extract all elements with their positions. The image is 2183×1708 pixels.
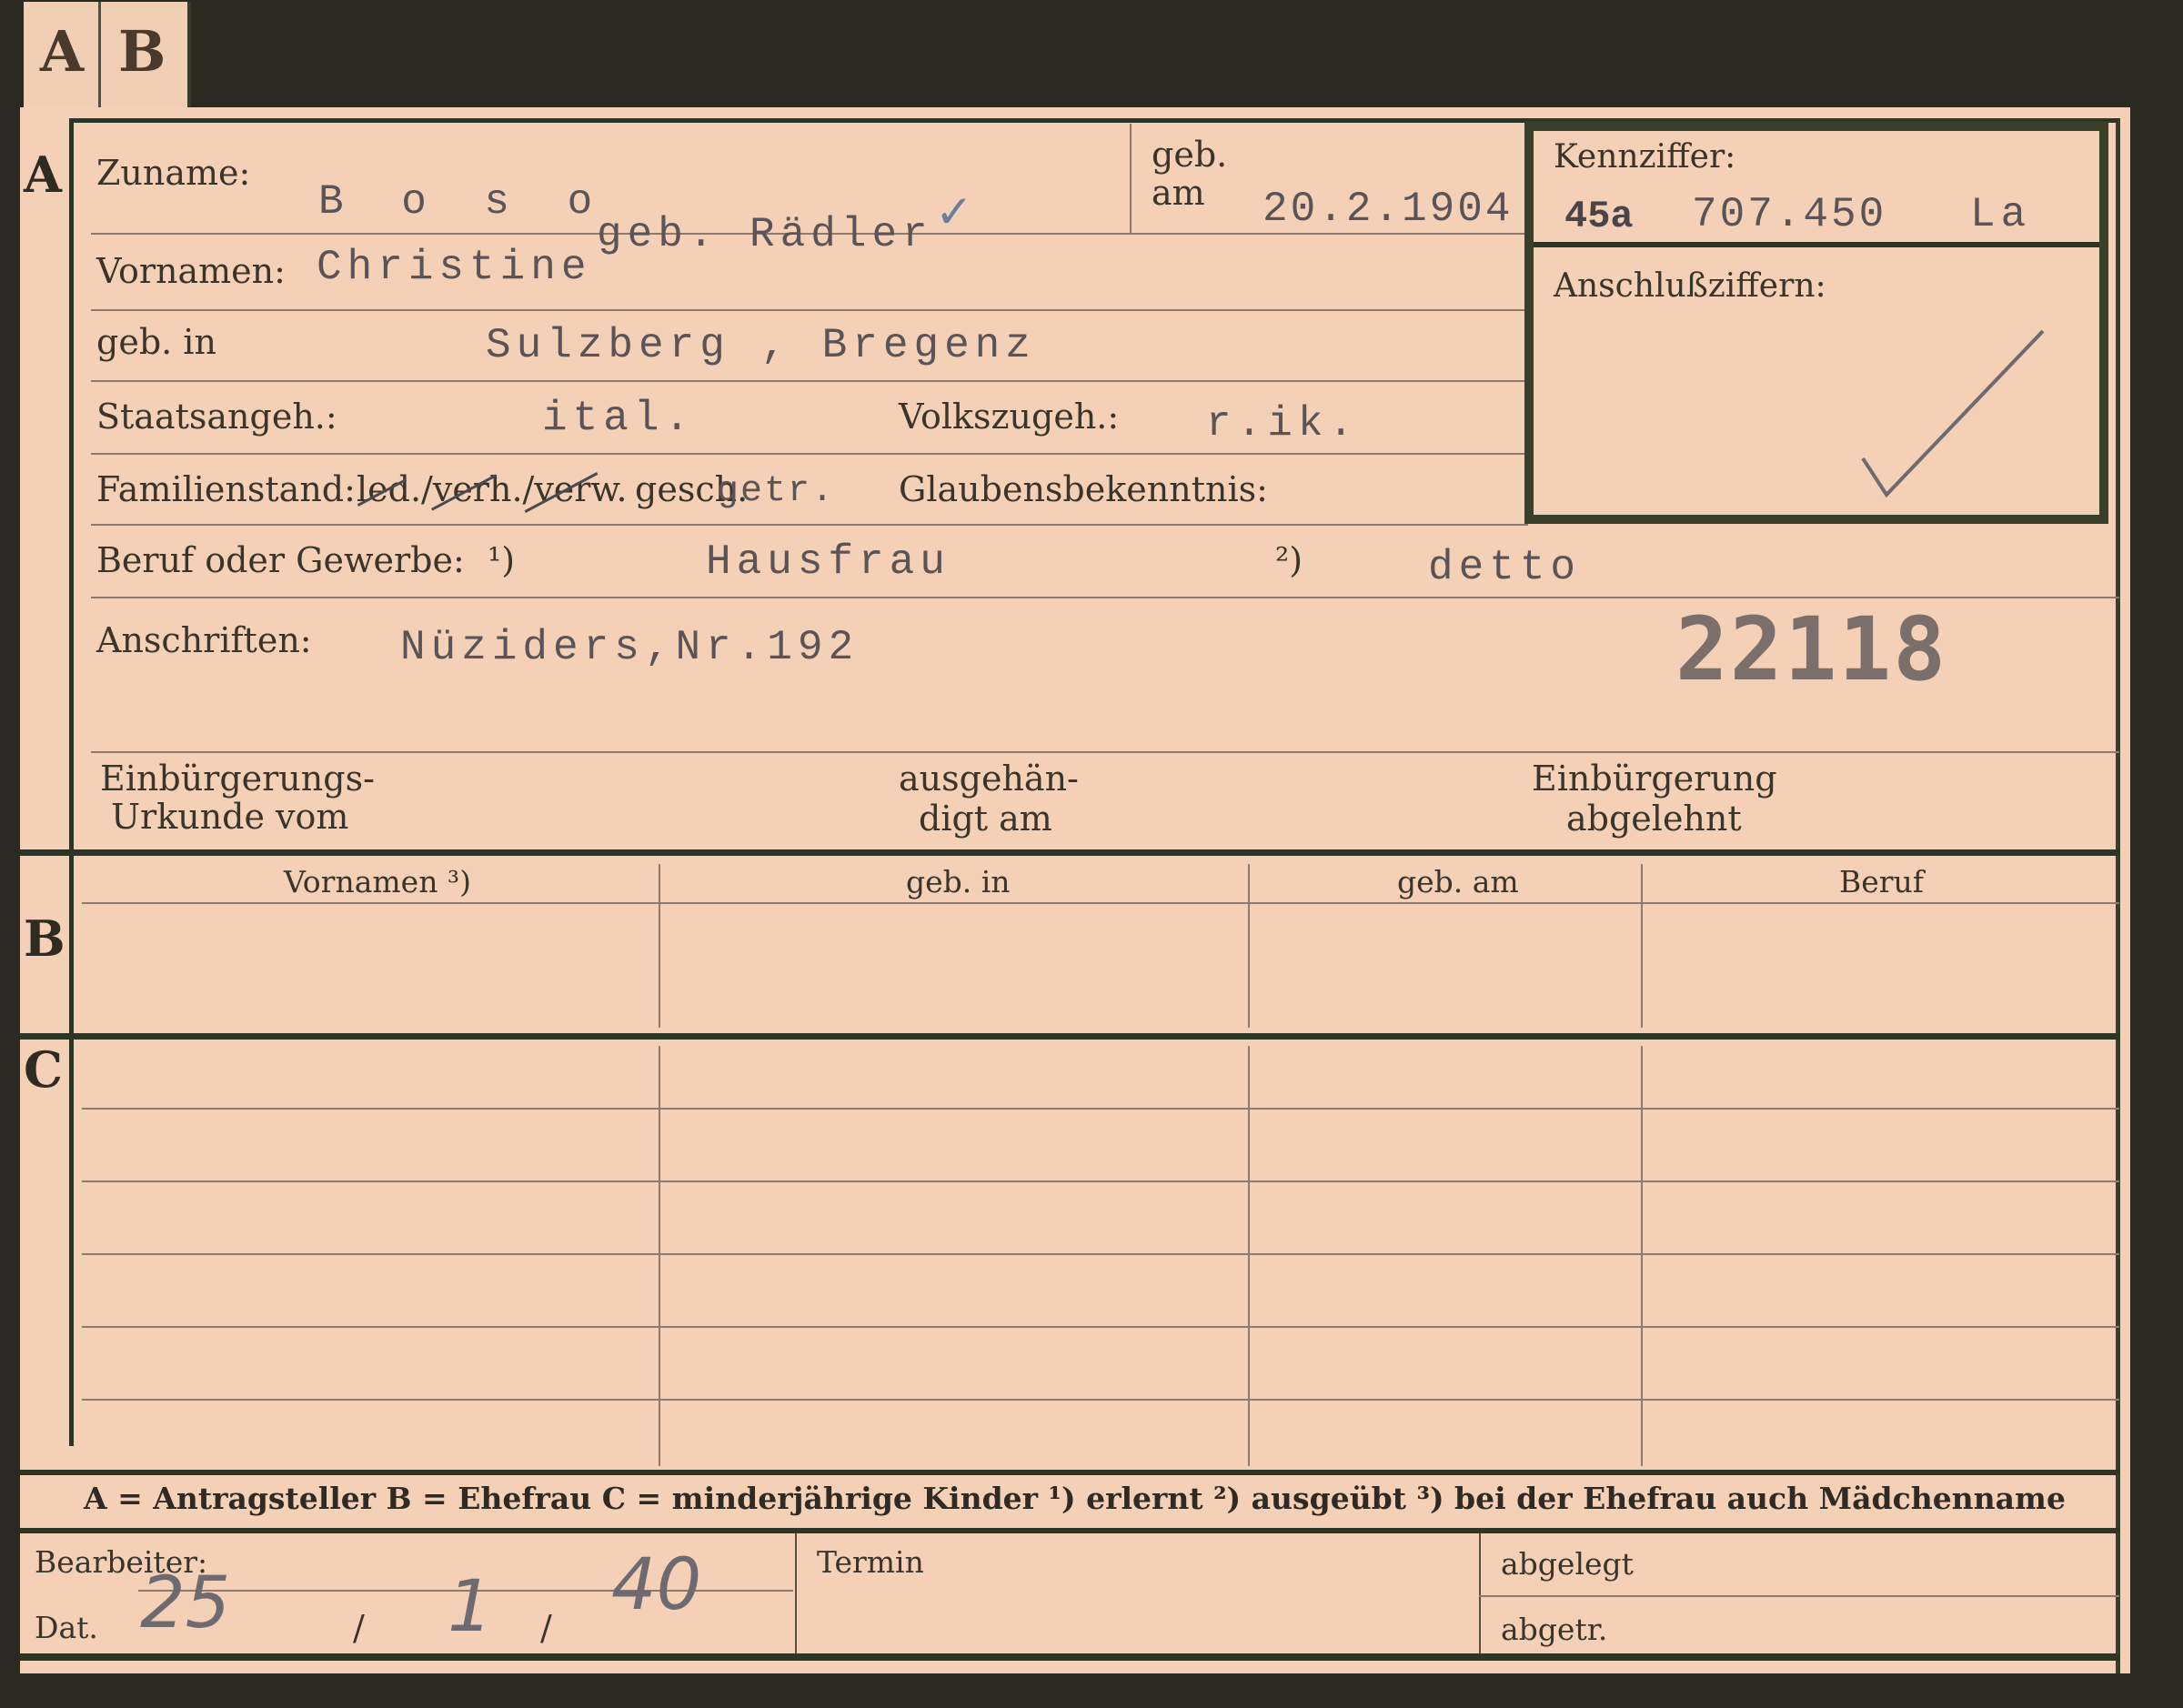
section-divider-c-legend: [20, 1470, 2119, 1475]
column-header-beruf: Beruf: [1839, 864, 1925, 899]
anschluss-label: Anschlußziffern:: [1554, 267, 1826, 305]
geb-am-label-2: am: [1152, 173, 1205, 213]
record-number: 22118: [1675, 598, 1947, 700]
column-divider: [659, 864, 660, 1028]
familienstand-typed: getr.: [717, 471, 836, 512]
beruf-value: Hausfrau: [706, 538, 951, 586]
abgelegt-label: abgelegt: [1501, 1546, 1634, 1582]
table-row-rule: [82, 1108, 2119, 1110]
geb-in-value: Sulzberg , Bregenz: [486, 322, 1036, 369]
tab-b[interactable]: B: [118, 18, 166, 85]
geb-in-label: geb. in: [96, 322, 216, 362]
glaubensbekenntnis-label: Glaubensbekenntnis:: [899, 469, 1268, 509]
kennziffer-label: Kennziffer:: [1554, 138, 1736, 176]
beruf-value-2: detto: [1428, 544, 1582, 591]
rule-geb-in: [91, 380, 1528, 382]
rule-staatsangeh: [91, 453, 1528, 455]
card-tabs: A B: [24, 2, 191, 109]
abgelehnt-label-1: Einbürgerung: [1532, 759, 1777, 799]
column-header-geb-am: geb. am: [1397, 864, 1519, 899]
left-border: [69, 118, 74, 1446]
einbuergerung-label-1: Einbürgerungs-: [100, 759, 375, 799]
tab-divider: [98, 2, 101, 109]
termin-label: Termin: [817, 1544, 924, 1580]
staatsangeh-value: ital.: [542, 395, 696, 442]
ausgehaendigt-label-2: digt am: [919, 799, 1052, 839]
beruf-note-1: ¹): [488, 540, 516, 580]
table-header-rule: [82, 902, 2119, 904]
rule-anschriften: [91, 751, 2119, 753]
card-bottom-border: [20, 1653, 2119, 1661]
section-marker-a: A: [24, 146, 62, 204]
abgelehnt-label-2: abgelehnt: [1566, 799, 1742, 839]
date-day: 25: [140, 1562, 231, 1644]
table-row-rule: [82, 1326, 2119, 1328]
zuname-label: Zuname:: [96, 153, 251, 193]
legend-text: A = Antragsteller B = Ehefrau C = minder…: [84, 1481, 2066, 1516]
vornamen-label: Vornamen:: [96, 251, 286, 291]
volkszugeh-value: r.ik.: [1206, 400, 1360, 447]
tab-a[interactable]: A: [40, 18, 84, 85]
column-divider: [1248, 864, 1250, 1028]
kennziffer-box: Kennziffer: 45a 707.450 La Anschlußziffe…: [1524, 122, 2108, 524]
section-divider-b-c: [20, 1033, 2119, 1040]
column-header-vornamen: Vornamen ³): [284, 864, 472, 899]
table-row-rule: [82, 1181, 2119, 1182]
rule-familienstand: [91, 524, 1528, 526]
footer-divider: [795, 1533, 797, 1653]
vornamen-value: Christine: [317, 244, 592, 291]
section-marker-b: B: [24, 909, 65, 968]
beruf-note-2: ²): [1275, 540, 1303, 580]
zuname-value: B o s o: [318, 178, 609, 226]
table-row-rule: [82, 1253, 2119, 1255]
rule-vornamen: [91, 309, 1528, 311]
date-year: 40: [611, 1544, 702, 1626]
anschriften-value: Nüziders,Nr.192: [400, 624, 860, 671]
date-separator: /: [540, 1608, 552, 1648]
legend-bottom-divider: [20, 1528, 2119, 1533]
date-separator: /: [353, 1608, 365, 1648]
ausgehaendigt-label-1: ausgehän-: [899, 759, 1079, 799]
check-mark-icon: ✓: [935, 186, 973, 238]
rule-geb-am-divider: [1130, 124, 1132, 233]
dat-label: Dat.: [35, 1610, 98, 1645]
kennziffer-value: 707.450: [1692, 191, 1887, 238]
footer-divider: [1479, 1533, 1481, 1653]
index-card: A B C Zuname: B o s o geb. Rädler ✓ geb.…: [20, 107, 2130, 1673]
kennziffer-prefix: 45a: [1564, 195, 1634, 238]
abgetr-label: abgetr.: [1501, 1612, 1608, 1647]
column-header-geb-in: geb. in: [906, 864, 1011, 899]
geb-name-value: geb. Rädler: [597, 211, 933, 258]
date-month: 1: [448, 1566, 493, 1648]
kennziffer-divider: [1534, 242, 2099, 247]
beruf-label: Beruf oder Gewerbe:: [96, 540, 465, 580]
volkszugeh-label: Volkszugeh.:: [899, 397, 1120, 437]
einbuergerung-label-2: Urkunde vom: [111, 797, 349, 837]
section-divider-a-b: [20, 849, 2119, 856]
large-check-mark-icon: [1861, 329, 2045, 498]
familienstand-label: Familienstand:: [96, 469, 356, 509]
geb-am-label-1: geb.: [1152, 135, 1228, 175]
anschriften-label: Anschriften:: [96, 620, 312, 660]
staatsangeh-label: Staatsangeh.:: [96, 397, 337, 437]
geb-am-value: 20.2.1904: [1263, 186, 1514, 233]
column-divider: [1641, 864, 1643, 1028]
section-marker-c: C: [24, 1040, 63, 1099]
footer-rule: [1479, 1595, 2119, 1597]
table-row-rule: [82, 1399, 2119, 1401]
kennziffer-suffix: La: [1970, 191, 2032, 238]
